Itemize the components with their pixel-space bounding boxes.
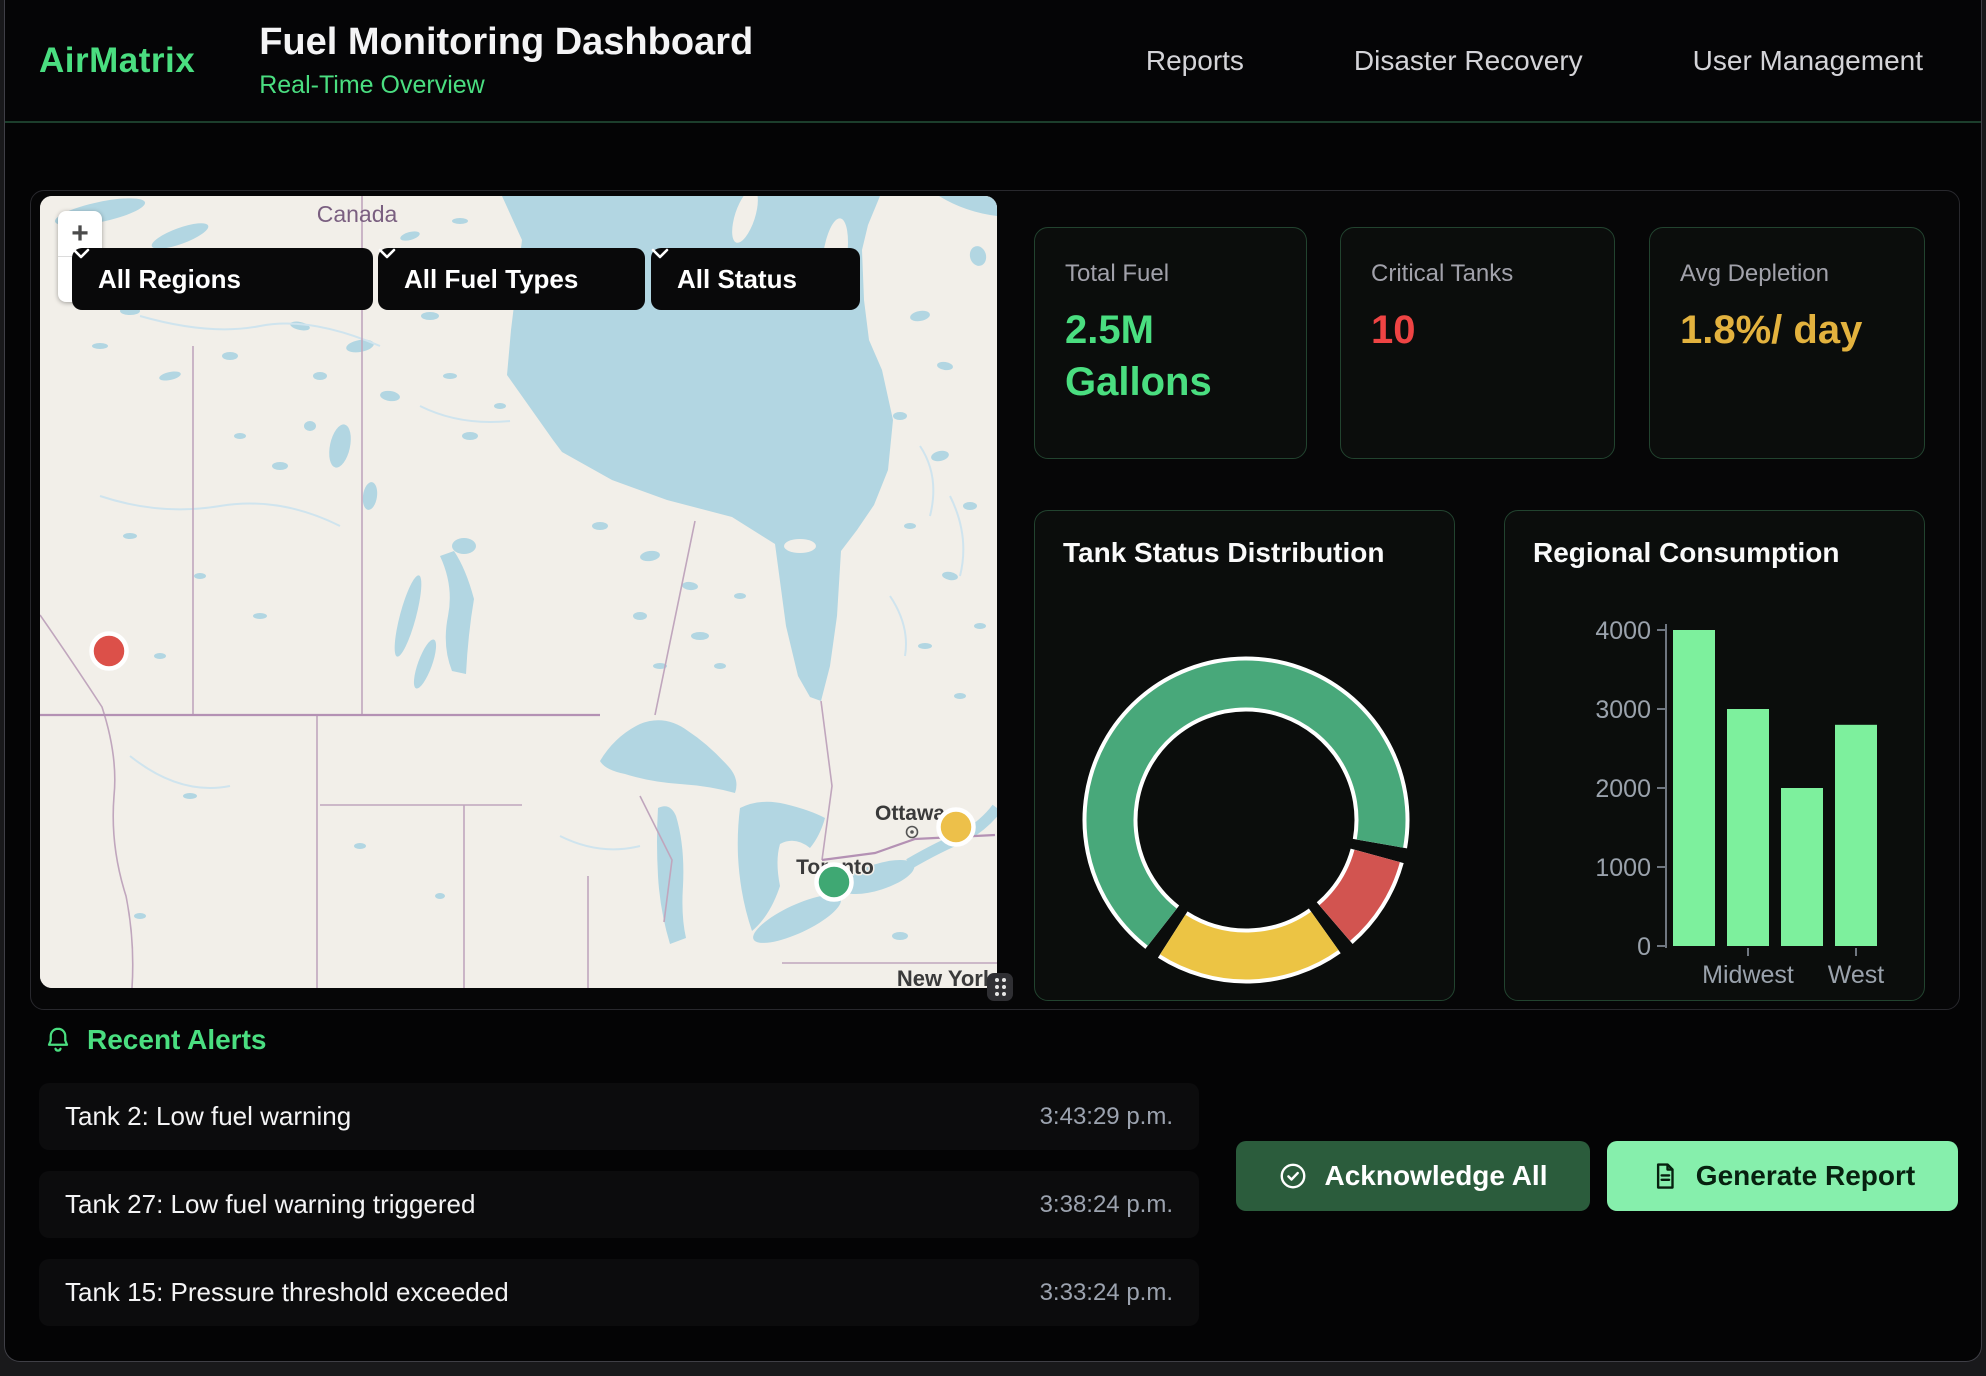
generate-report-button[interactable]: Generate Report: [1607, 1141, 1958, 1211]
check-circle-icon: [1278, 1161, 1308, 1191]
recent-alerts-header: Recent Alerts: [43, 1024, 266, 1056]
filter-status-value: All Status: [677, 264, 797, 295]
alert-row[interactable]: Tank 15: Pressure threshold exceeded 3:3…: [39, 1259, 1199, 1326]
stat-card-critical-tanks: Critical Tanks 10: [1340, 227, 1615, 459]
svg-text:1000: 1000: [1595, 854, 1651, 882]
map-resize-handle[interactable]: [987, 973, 1013, 1001]
alert-text: Tank 2: Low fuel warning: [65, 1101, 351, 1132]
stat-label: Critical Tanks: [1371, 260, 1584, 288]
recent-alerts-title: Recent Alerts: [87, 1024, 266, 1056]
regional-consumption-bars: 0 1000 2000 3000 4000 Midwest West: [1505, 511, 1926, 1002]
report-file-icon: [1650, 1161, 1680, 1191]
tank-status-donut: [1035, 511, 1456, 1002]
stat-value: 2.5M Gallons: [1065, 304, 1276, 408]
alert-text: Tank 15: Pressure threshold exceeded: [65, 1277, 509, 1308]
tank-marker-normal[interactable]: [817, 865, 852, 900]
page-title: Fuel Monitoring Dashboard: [259, 21, 753, 65]
stat-card-avg-depletion: Avg Depletion 1.8%/ day: [1649, 227, 1925, 459]
page-subtitle: Real-Time Overview: [259, 71, 753, 100]
header: AirMatrix Fuel Monitoring Dashboard Real…: [5, 0, 1981, 123]
stat-value: 1.8%/ day: [1680, 304, 1894, 356]
map-label-new-york: New York: [897, 966, 996, 988]
filter-fuel-types-value: All Fuel Types: [404, 264, 578, 295]
filter-regions-value: All Regions: [98, 264, 241, 295]
app-window: AirMatrix Fuel Monitoring Dashboard Real…: [4, 0, 1982, 1362]
svg-text:Midwest: Midwest: [1702, 961, 1794, 989]
tank-marker-critical[interactable]: [92, 634, 127, 669]
alert-row[interactable]: Tank 27: Low fuel warning triggered 3:38…: [39, 1171, 1199, 1238]
stat-label: Avg Depletion: [1680, 260, 1894, 288]
stat-value: 10: [1371, 304, 1584, 356]
alert-time: 3:43:29 p.m.: [1040, 1103, 1173, 1131]
panel-title: Tank Status Distribution: [1063, 537, 1385, 569]
nav-user-management[interactable]: User Management: [1693, 45, 1923, 77]
svg-text:3000: 3000: [1595, 696, 1651, 724]
generate-report-label: Generate Report: [1696, 1160, 1915, 1192]
main-nav: Reports Disaster Recovery User Managemen…: [1146, 45, 1981, 77]
panel-regional-consumption: 0 1000 2000 3000 4000 Midwest West Regional Co…: [1504, 510, 1925, 1001]
map-canvas[interactable]: Canada Ottawa Toronto New York + −: [40, 196, 997, 988]
alert-text: Tank 27: Low fuel warning triggered: [65, 1189, 475, 1220]
map-label-country: Canada: [317, 201, 398, 227]
alert-row[interactable]: Tank 2: Low fuel warning 3:43:29 p.m.: [39, 1083, 1199, 1150]
stat-label: Total Fuel: [1065, 260, 1276, 288]
acknowledge-all-button[interactable]: Acknowledge All: [1236, 1141, 1590, 1211]
brand-logo[interactable]: AirMatrix: [39, 41, 195, 81]
panel-tank-status: Tank Status Distribution: [1034, 510, 1455, 1001]
bell-icon: [43, 1025, 73, 1055]
map-label-ottawa: Ottawa: [875, 802, 945, 825]
svg-text:West: West: [1828, 961, 1885, 989]
nav-reports[interactable]: Reports: [1146, 45, 1244, 77]
map-graphic: Canada Ottawa Toronto New York: [40, 196, 997, 988]
svg-text:4000: 4000: [1595, 617, 1651, 645]
acknowledge-all-label: Acknowledge All: [1324, 1160, 1547, 1192]
svg-text:2000: 2000: [1595, 775, 1651, 803]
filter-regions-select[interactable]: All Regions: [72, 248, 373, 310]
filter-fuel-types-select[interactable]: All Fuel Types: [378, 248, 645, 310]
stat-card-total-fuel: Total Fuel 2.5M Gallons: [1034, 227, 1307, 459]
panel-title: Regional Consumption: [1533, 537, 1839, 569]
tank-marker-warning[interactable]: [939, 810, 974, 845]
alert-time: 3:38:24 p.m.: [1040, 1191, 1173, 1219]
svg-text:0: 0: [1637, 933, 1651, 961]
title-block: Fuel Monitoring Dashboard Real-Time Over…: [259, 21, 753, 100]
alert-time: 3:33:24 p.m.: [1040, 1279, 1173, 1307]
filter-status-select[interactable]: All Status: [651, 248, 860, 310]
dashboard-section: Canada Ottawa Toronto New York + −: [30, 190, 1960, 1010]
nav-disaster-recovery[interactable]: Disaster Recovery: [1354, 45, 1583, 77]
